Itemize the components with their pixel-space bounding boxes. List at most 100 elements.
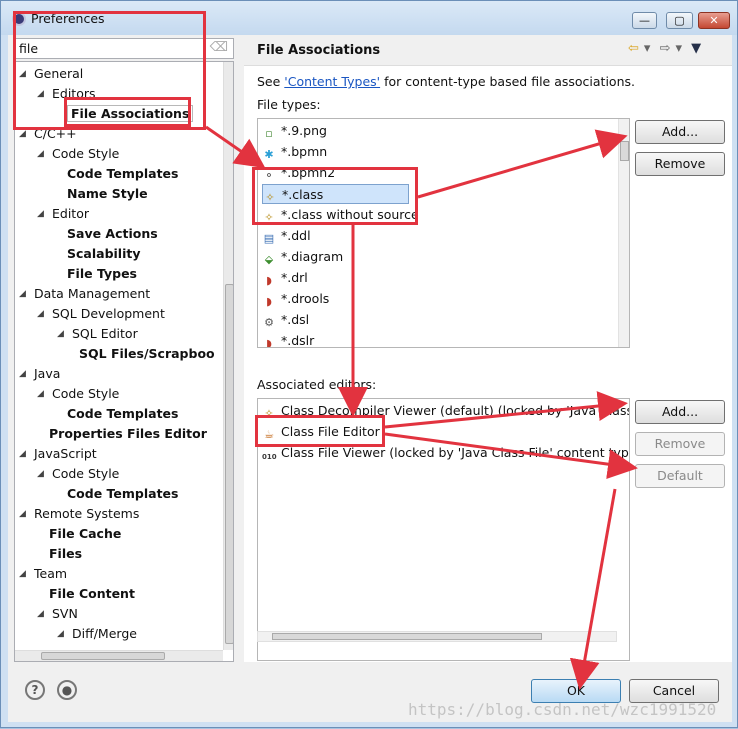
maximize-button[interactable]: ▢ [666,12,693,29]
tree-item-sql-development[interactable]: ◢ SQL Development [37,304,165,324]
file-type-item[interactable]: ⬙ *.diagram [262,247,343,267]
expand-arrow-icon[interactable]: ◢ [19,124,29,144]
preference-tree[interactable]: ◢ General ◢ Editors File Associations ◢ C/C++ ◢… [14,61,234,662]
ddl-file-icon: ▤ [263,232,275,245]
tree-item-java-code-templates[interactable]: Code Templates [67,404,178,424]
file-types-scrollbar[interactable] [618,119,629,347]
expand-arrow-icon[interactable]: ◢ [19,64,29,84]
back-menu-chevron-icon[interactable]: ▾ [644,41,651,56]
close-button[interactable]: ✕ [698,12,730,29]
tree-item-cpp[interactable]: ◢ C/C++ [19,124,77,144]
remove-file-type-button[interactable]: Remove [635,152,725,176]
tree-item-label: General [34,66,84,81]
tree-item-team[interactable]: ◢ Team [19,564,67,584]
expand-arrow-icon[interactable]: ◢ [37,464,47,484]
tree-item-file-associations[interactable]: File Associations [67,104,194,124]
help-icon[interactable]: ? [25,680,45,700]
tree-item-sql-files[interactable]: SQL Files/Scrapboo [79,344,215,364]
ok-button[interactable]: OK [531,679,621,703]
file-types-scroll-thumb[interactable] [620,141,629,161]
file-type-item[interactable]: ✧ *.class [262,184,409,204]
tree-item-java-code-style[interactable]: ◢ Code Style [37,384,119,404]
file-type-item[interactable]: ⚬ *.bpmn2 [262,163,335,183]
file-types-list[interactable]: ▫ *.9.png ✱ *.bpmn ⚬ *.bpmn2 ✧ *.class ✧ *.class … [257,118,630,348]
tree-item-svn[interactable]: ◢ SVN [37,604,78,624]
tree-item-js-code-templates[interactable]: Code Templates [67,484,178,504]
tree-item-label: SQL Files/Scrapboo [79,346,215,361]
expand-arrow-icon[interactable]: ◢ [19,284,29,304]
editors-horizontal-scrollbar[interactable] [257,631,617,642]
tree-item-data-management[interactable]: ◢ Data Management [19,284,150,304]
page-content: See 'Content Types' for content-type bas… [244,65,732,662]
filter-input[interactable]: file ⌫ [14,38,234,59]
tree-item-editor[interactable]: ◢ Editor [37,204,89,224]
tree-item-name-style[interactable]: Name Style [67,184,148,204]
remove-editor-button[interactable]: Remove [635,432,725,456]
tree-item-file-content[interactable]: File Content [49,584,135,604]
editor-item[interactable]: 010 Class File Viewer (locked by 'Java Cl… [262,443,629,463]
expand-arrow-icon[interactable]: ◢ [19,564,29,584]
expand-arrow-icon[interactable]: ◢ [37,384,47,404]
tree-item-label: File Cache [49,526,122,541]
file-type-item[interactable]: ▫ *.9.png [262,121,327,141]
tree-item-properties-files-editor[interactable]: Properties Files Editor [49,424,207,444]
tree-vertical-thumb[interactable] [225,284,233,644]
tree-item-javascript[interactable]: ◢ JavaScript [19,444,97,464]
default-editor-button[interactable]: Default [635,464,725,488]
add-editor-button[interactable]: Add... [635,400,725,424]
tree-item-file-types[interactable]: File Types [67,264,137,284]
expand-arrow-icon[interactable]: ◢ [37,84,47,104]
tree-item-code-style[interactable]: ◢ Code Style [37,144,119,164]
expand-arrow-icon[interactable]: ◢ [37,304,47,324]
file-type-item[interactable]: ◗ *.dslr [262,331,314,347]
tree-item-file-cache[interactable]: File Cache [49,524,121,544]
editor-item[interactable]: ✧ Class Decompiler Viewer (default) (lock… [262,401,629,421]
tree-item-editors[interactable]: ◢ Editors [37,84,96,104]
editors-horizontal-thumb[interactable] [272,633,542,640]
editor-item[interactable]: ☕ Class File Editor [262,422,380,442]
tree-item-save-actions[interactable]: Save Actions [67,224,158,244]
tree-item-scalability[interactable]: Scalability [67,244,141,264]
tree-item-sql-editor[interactable]: ◢ SQL Editor [57,324,138,344]
tree-vertical-scrollbar[interactable] [223,62,233,650]
tree-item-files[interactable]: Files [49,544,82,564]
page-header: File Associations ⇦ ▾ ⇨ ▾ ▼ [244,35,732,65]
tree-item-js-code-style[interactable]: ◢ Code Style [37,464,119,484]
expand-arrow-icon[interactable]: ◢ [57,324,67,344]
minimize-button[interactable]: — [632,12,657,29]
tree-item-general[interactable]: ◢ General [19,64,84,84]
tree-horizontal-thumb[interactable] [41,652,165,660]
file-types-label: File types: [257,97,321,112]
file-type-item[interactable]: ◗ *.drools [262,289,329,309]
expand-arrow-icon[interactable]: ◢ [19,444,29,464]
class-decompiler-icon: ✧ [264,407,274,420]
tree-item-code-templates[interactable]: Code Templates [67,164,178,184]
file-type-item[interactable]: ⚙ *.dsl [262,310,309,330]
forward-menu-chevron-icon[interactable]: ▾ [675,41,682,56]
view-menu-chevron-icon[interactable]: ▼ [691,41,701,56]
expand-arrow-icon[interactable]: ◢ [37,204,47,224]
associated-editors-list[interactable]: ✧ Class Decompiler Viewer (default) (lock… [257,398,630,661]
add-file-type-button[interactable]: Add... [635,120,725,144]
back-arrow-icon[interactable]: ⇦ [628,41,639,56]
file-type-item[interactable]: ✧ *.class without source [262,205,418,225]
expand-arrow-icon[interactable]: ◢ [37,604,47,624]
file-type-item[interactable]: ✱ *.bpmn [262,142,327,162]
forward-arrow-icon[interactable]: ⇨ [660,41,671,56]
expand-arrow-icon[interactable]: ◢ [19,504,29,524]
expand-arrow-icon[interactable]: ◢ [57,624,67,644]
tree-item-diff-merge[interactable]: ◢ Diff/Merge [57,624,137,644]
content-types-link[interactable]: 'Content Types' [284,74,380,89]
file-type-label: *.9.png [281,123,327,138]
cancel-button[interactable]: Cancel [629,679,719,703]
clear-filter-icon[interactable]: ⌫ [210,40,228,55]
tree-item-remote-systems[interactable]: ◢ Remote Systems [19,504,139,524]
file-type-item[interactable]: ▤ *.ddl [262,226,311,246]
file-type-item[interactable]: ◗ *.drl [262,268,308,288]
nav-arrows: ⇦ ▾ ⇨ ▾ ▼ [628,41,706,56]
expand-arrow-icon[interactable]: ◢ [19,364,29,384]
import-export-icon[interactable]: ● [57,680,77,700]
tree-item-java[interactable]: ◢ Java [19,364,60,384]
tree-horizontal-scrollbar[interactable] [15,650,223,661]
expand-arrow-icon[interactable]: ◢ [37,144,47,164]
